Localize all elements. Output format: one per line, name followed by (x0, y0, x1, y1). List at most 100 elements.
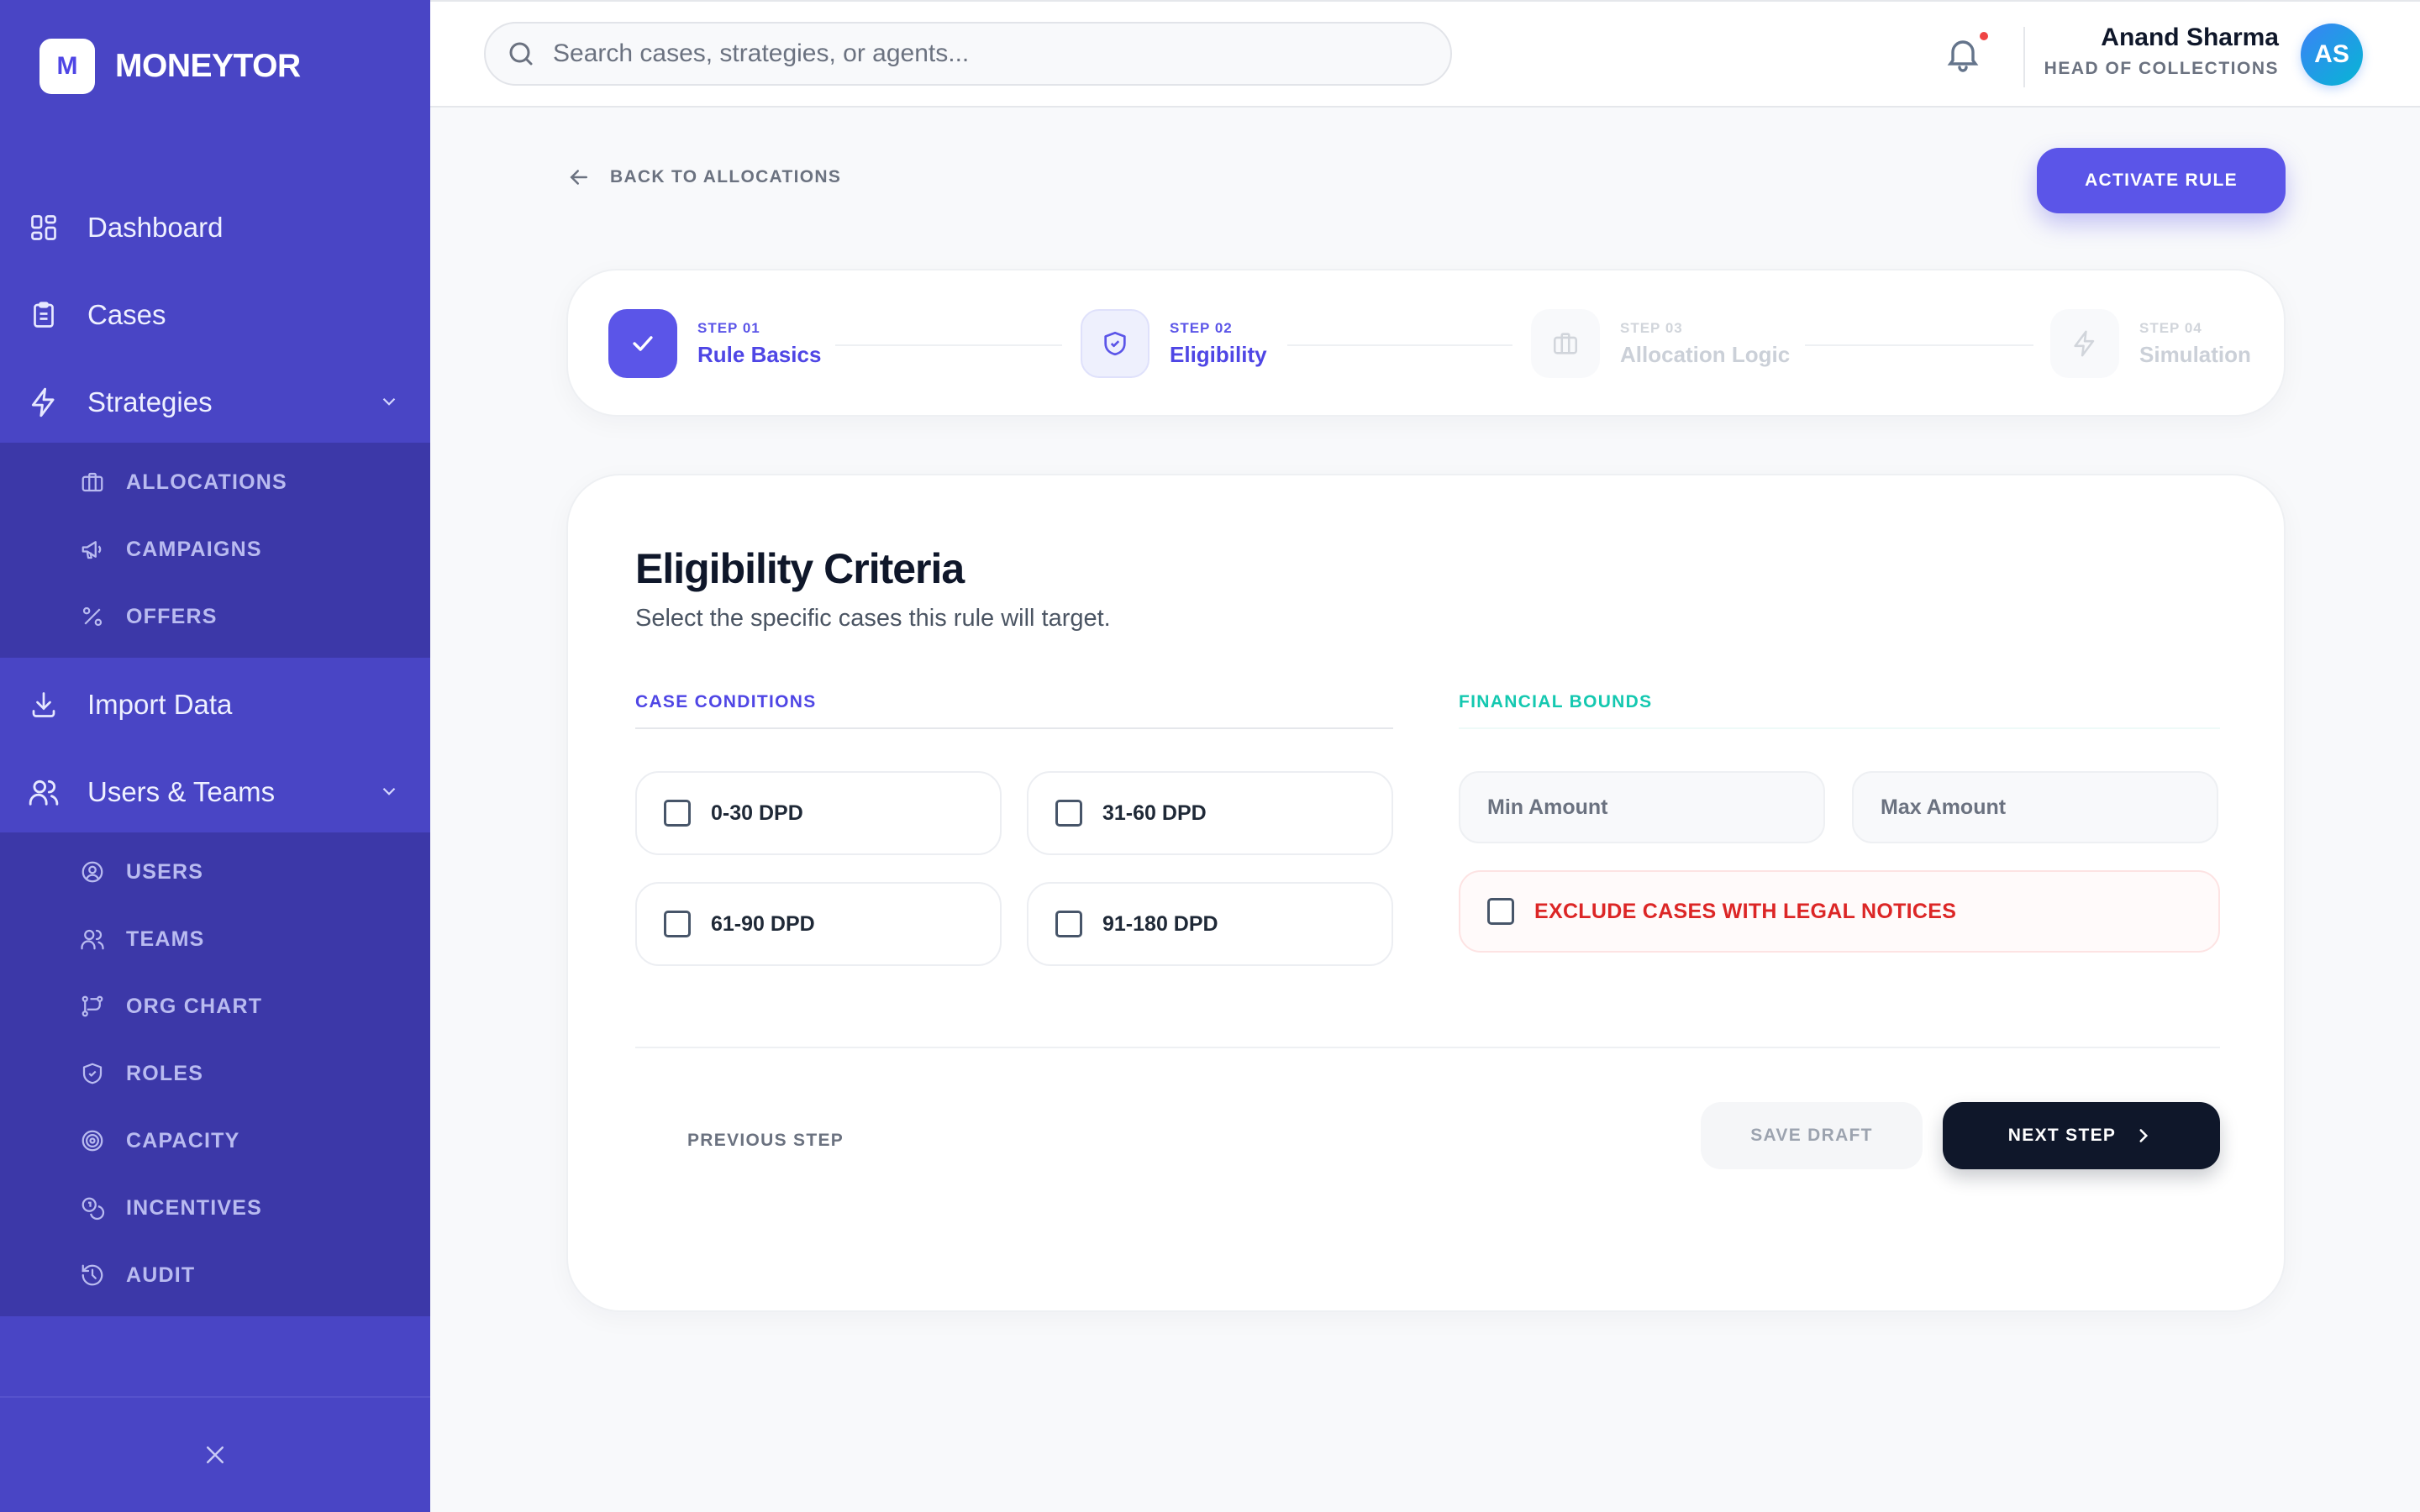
step-rule-basics[interactable]: STEP 01 Rule Basics (608, 309, 821, 378)
sidebar-subitem-allocations[interactable]: ALLOCATIONS (0, 453, 430, 512)
min-amount-field[interactable] (1459, 771, 1825, 843)
strategies-submenu: ALLOCATIONS CAMPAIGNS OFFERS (0, 443, 430, 658)
arrow-left-icon (570, 170, 587, 185)
sidebar-subitem-offers[interactable]: OFFERS (0, 587, 430, 646)
check-icon (633, 336, 653, 351)
close-icon (207, 1446, 224, 1463)
option-label: 0-30 DPD (711, 801, 803, 825)
dpd-option-31-60[interactable]: 31-60 DPD (1027, 771, 1393, 855)
option-label: 91-180 DPD (1102, 911, 1218, 936)
lightning-icon (27, 386, 60, 419)
dpd-option-61-90[interactable]: 61-90 DPD (635, 882, 1002, 966)
step-allocation-logic[interactable]: STEP 03 Allocation Logic (1531, 309, 1790, 378)
sidebar-subitem-capacity[interactable]: CAPACITY (0, 1111, 430, 1170)
sidebar-item-dashboard[interactable]: Dashboard (0, 187, 430, 268)
step-eligibility[interactable]: STEP 02 Eligibility (1081, 309, 1267, 378)
min-amount-input[interactable] (1487, 795, 1807, 820)
avatar[interactable]: AS (2301, 24, 2363, 86)
sidebar-subitem-label: INCENTIVES (126, 1195, 263, 1220)
sidebar-subitem-teams[interactable]: TEAMS (0, 910, 430, 969)
percent-icon (79, 603, 106, 630)
sidebar-subitem-org-chart[interactable]: ORG CHART (0, 977, 430, 1036)
step-upcoming-indicator (2050, 309, 2119, 378)
bell-icon (1947, 40, 1979, 72)
download-icon (27, 688, 60, 722)
history-icon (79, 1262, 106, 1289)
search-input[interactable] (553, 39, 1393, 68)
search-bar[interactable] (484, 22, 1452, 86)
max-amount-field[interactable] (1852, 771, 2218, 843)
sidebar-item-label: Dashboard (87, 212, 224, 243)
exclude-legal-notices-option[interactable]: EXCLUDE CASES WITH LEGAL NOTICES (1459, 870, 2220, 953)
sidebar-subitem-label: OFFERS (126, 604, 218, 628)
sidebar-subitem-audit[interactable]: AUDIT (0, 1246, 430, 1305)
sidebar-subitem-label: USERS (126, 859, 204, 884)
dpd-option-91-180[interactable]: 91-180 DPD (1027, 882, 1393, 966)
sidebar-item-label: Strategies (87, 386, 213, 417)
max-amount-input[interactable] (1881, 795, 2200, 820)
sidebar-item-users-teams[interactable]: Users & Teams (0, 752, 430, 832)
option-label: 31-60 DPD (1102, 801, 1207, 825)
checkbox[interactable] (664, 800, 691, 827)
megaphone-icon (79, 536, 106, 563)
sidebar-subitem-campaigns[interactable]: CAMPAIGNS (0, 520, 430, 579)
dpd-option-0-30[interactable]: 0-30 DPD (635, 771, 1002, 855)
shield-check-icon (1104, 331, 1126, 356)
next-step-label: NEXT STEP (2007, 1126, 2117, 1145)
option-label: 61-90 DPD (711, 911, 815, 936)
chevron-right-icon (2133, 1125, 2154, 1147)
checkbox[interactable] (1487, 898, 1514, 925)
users-icon (27, 775, 60, 809)
brand[interactable]: M MONEYTOR (39, 39, 301, 94)
previous-step-button[interactable]: PREVIOUS STEP (687, 1131, 844, 1151)
users-teams-submenu: USERS TEAMS ORG CHART ROLES CAPACITY INC… (0, 832, 430, 1316)
clipboard-icon (27, 298, 60, 332)
notification-badge (1980, 32, 1988, 40)
dashboard-grid-icon (27, 211, 60, 244)
sidebar-subitem-label: ORG CHART (126, 994, 263, 1018)
briefcase-icon (1553, 333, 1578, 354)
step-connector (1805, 344, 2033, 346)
sidebar-subitem-label: ALLOCATIONS (126, 470, 287, 494)
sidebar-item-strategies[interactable]: Strategies (0, 362, 430, 443)
checkbox[interactable] (1055, 911, 1082, 937)
notifications-button[interactable] (1943, 34, 1983, 74)
back-link-label: BACK TO ALLOCATIONS (610, 167, 842, 186)
financial-bounds-underline (1459, 727, 2220, 729)
step-simulation[interactable]: STEP 04 Simulation (2050, 309, 2251, 378)
checkbox[interactable] (1055, 800, 1082, 827)
checkbox[interactable] (664, 911, 691, 937)
page-subtitle: Select the specific cases this rule will… (635, 605, 1111, 632)
save-draft-button[interactable]: SAVE DRAFT (1701, 1102, 1923, 1169)
option-label: EXCLUDE CASES WITH LEGAL NOTICES (1534, 899, 1957, 923)
back-to-allocations-link[interactable]: BACK TO ALLOCATIONS (566, 165, 841, 190)
step-upcoming-indicator (1531, 309, 1600, 378)
activate-rule-button[interactable]: ACTIVATE RULE (2037, 148, 2286, 213)
sidebar-subitem-label: ROLES (126, 1061, 204, 1085)
user-circle-icon (79, 858, 106, 885)
step-number: STEP 04 (2139, 319, 2202, 336)
user-role: HEAD OF COLLECTIONS (2044, 59, 2279, 78)
case-conditions-heading: CASE CONDITIONS (635, 692, 817, 711)
chevron-down-icon (378, 780, 400, 806)
sidebar-subitem-label: CAPACITY (126, 1128, 240, 1152)
user-name[interactable]: Anand Sharma (2101, 24, 2279, 52)
card-divider (635, 1047, 2220, 1048)
sidebar-subitem-users[interactable]: USERS (0, 843, 430, 901)
sidebar-subitem-label: CAMPAIGNS (126, 537, 262, 561)
sidebar-subitem-incentives[interactable]: INCENTIVES (0, 1179, 430, 1237)
sidebar-subitem-roles[interactable]: ROLES (0, 1044, 430, 1103)
eligibility-card: Eligibility Criteria Select the specific… (566, 474, 2286, 1312)
sidebar-subitem-label: TEAMS (126, 927, 205, 951)
target-icon (79, 1127, 106, 1154)
close-sidebar-button[interactable] (198, 1438, 232, 1472)
org-chart-icon (79, 993, 106, 1020)
sidebar-subitem-label: AUDIT (126, 1263, 196, 1287)
coins-icon (79, 1194, 106, 1221)
sidebar-item-cases[interactable]: Cases (0, 275, 430, 355)
step-name: Rule Basics (697, 341, 822, 367)
next-step-button[interactable]: NEXT STEP (1943, 1102, 2220, 1169)
sidebar-item-import-data[interactable]: Import Data (0, 664, 430, 745)
step-name: Allocation Logic (1620, 341, 1791, 367)
step-active-indicator (1081, 309, 1150, 378)
